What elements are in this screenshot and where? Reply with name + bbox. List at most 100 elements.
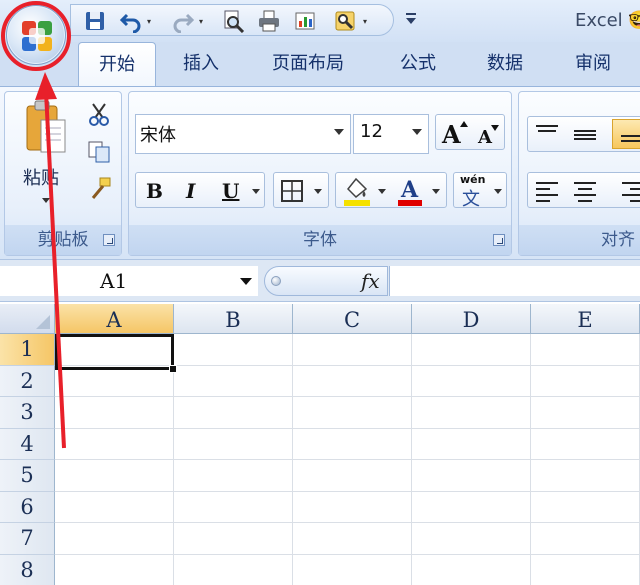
cell-a3[interactable] — [55, 397, 174, 429]
print-icon[interactable] — [257, 9, 281, 33]
align-center-icon[interactable] — [572, 179, 598, 203]
column-header-b[interactable]: B — [174, 304, 293, 334]
cell-b5[interactable] — [174, 460, 293, 492]
font-color-dropdown-arrow[interactable] — [432, 189, 440, 194]
underline-dropdown-arrow[interactable] — [252, 189, 260, 194]
tab-formulas[interactable]: 公式 — [400, 42, 436, 86]
cell-e6[interactable] — [531, 491, 640, 523]
border-button[interactable] — [273, 172, 329, 208]
cell-c3[interactable] — [293, 397, 412, 429]
redo-icon[interactable] — [171, 9, 195, 33]
cell-b2[interactable] — [174, 365, 293, 397]
column-header-c[interactable]: C — [293, 304, 412, 334]
customize-toolbar-icon[interactable] — [404, 10, 418, 26]
cell-c4[interactable] — [293, 428, 412, 460]
paste-dropdown-arrow[interactable] — [42, 198, 50, 203]
align-top-icon[interactable] — [534, 123, 560, 145]
align-bottom-button[interactable] — [612, 119, 640, 149]
cell-e4[interactable] — [531, 428, 640, 460]
cell-a7[interactable] — [55, 523, 174, 555]
font-launcher-icon[interactable] — [493, 234, 505, 246]
cell-e3[interactable] — [531, 397, 640, 429]
cell-d3[interactable] — [412, 397, 531, 429]
tools-dropdown-arrow[interactable]: ▾ — [363, 18, 370, 26]
font-size-dropdown-arrow[interactable] — [412, 129, 422, 135]
font-color-icon[interactable]: A — [396, 175, 424, 207]
cell-c6[interactable] — [293, 491, 412, 523]
tools-icon[interactable] — [333, 9, 357, 33]
cell-e1[interactable] — [531, 334, 640, 366]
cell-d8[interactable] — [412, 554, 531, 585]
cell-c1[interactable] — [293, 334, 412, 366]
align-right-icon[interactable] — [620, 179, 640, 203]
tab-data[interactable]: 数据 — [487, 42, 523, 86]
fill-color-dropdown-arrow[interactable] — [378, 189, 386, 194]
row-header-3[interactable]: 3 — [0, 397, 55, 429]
print-preview-icon[interactable] — [221, 9, 245, 33]
font-name-combo[interactable]: 宋体 — [135, 114, 351, 154]
cell-a2[interactable] — [55, 365, 174, 397]
cell-b8[interactable] — [174, 554, 293, 585]
tab-review[interactable]: 审阅 — [575, 42, 611, 86]
cell-a6[interactable] — [55, 491, 174, 523]
cell-d6[interactable] — [412, 491, 531, 523]
undo-dropdown-arrow[interactable]: ▾ — [147, 18, 154, 26]
column-header-d[interactable]: D — [412, 304, 531, 334]
align-left-icon[interactable] — [534, 179, 560, 203]
cut-icon[interactable] — [87, 102, 111, 126]
cell-a8[interactable] — [55, 554, 174, 585]
row-header-6[interactable]: 6 — [0, 491, 55, 523]
grow-font-icon[interactable]: A — [440, 119, 470, 147]
formula-input[interactable] — [389, 266, 640, 296]
cell-d7[interactable] — [412, 523, 531, 555]
row-header-2[interactable]: 2 — [0, 365, 55, 397]
undo-icon[interactable] — [119, 9, 143, 33]
cell-e5[interactable] — [531, 460, 640, 492]
chart-icon[interactable] — [293, 9, 317, 33]
cell-b1[interactable] — [174, 334, 293, 366]
tab-home[interactable]: 开始 — [78, 42, 156, 86]
cell-c8[interactable] — [293, 554, 412, 585]
tab-page-layout[interactable]: 页面布局 — [272, 42, 344, 86]
cell-e7[interactable] — [531, 523, 640, 555]
tab-insert[interactable]: 插入 — [183, 42, 219, 86]
redo-dropdown-arrow[interactable]: ▾ — [199, 18, 206, 26]
row-header-4[interactable]: 4 — [0, 428, 55, 460]
cell-d2[interactable] — [412, 365, 531, 397]
column-header-e[interactable]: E — [531, 304, 640, 334]
fill-handle[interactable] — [169, 365, 177, 373]
cell-b4[interactable] — [174, 428, 293, 460]
align-middle-icon[interactable] — [572, 123, 598, 145]
cell-e2[interactable] — [531, 365, 640, 397]
font-size-combo[interactable]: 12 — [353, 114, 429, 154]
fill-color-icon[interactable] — [342, 175, 372, 207]
splitter-handle[interactable] — [271, 276, 281, 286]
insert-function-button[interactable]: fx — [361, 269, 380, 293]
row-header-1[interactable]: 1 — [0, 334, 55, 366]
border-dropdown-arrow[interactable] — [314, 189, 322, 194]
underline-button[interactable]: U — [222, 179, 239, 203]
name-box[interactable]: A1 — [0, 266, 258, 296]
cell-b6[interactable] — [174, 491, 293, 523]
font-name-dropdown-arrow[interactable] — [334, 129, 344, 135]
cell-c2[interactable] — [293, 365, 412, 397]
copy-icon[interactable] — [87, 140, 113, 164]
clipboard-launcher-icon[interactable] — [103, 234, 115, 246]
row-header-8[interactable]: 8 — [0, 554, 55, 585]
cell-c7[interactable] — [293, 523, 412, 555]
column-header-a[interactable]: A — [55, 304, 174, 334]
cell-b3[interactable] — [174, 397, 293, 429]
cell-a5[interactable] — [55, 460, 174, 492]
active-cell-a1[interactable] — [55, 334, 174, 370]
phonetic-button[interactable]: wén 文 — [453, 172, 507, 210]
italic-button[interactable]: I — [186, 179, 195, 203]
office-button[interactable] — [6, 5, 66, 65]
paste-icon[interactable] — [23, 98, 69, 156]
cell-d4[interactable] — [412, 428, 531, 460]
cell-d5[interactable] — [412, 460, 531, 492]
format-painter-icon[interactable] — [87, 176, 113, 202]
name-box-dropdown-arrow[interactable] — [240, 278, 252, 285]
cell-d1[interactable] — [412, 334, 531, 366]
cell-c5[interactable] — [293, 460, 412, 492]
shrink-font-icon[interactable]: A — [474, 121, 502, 147]
